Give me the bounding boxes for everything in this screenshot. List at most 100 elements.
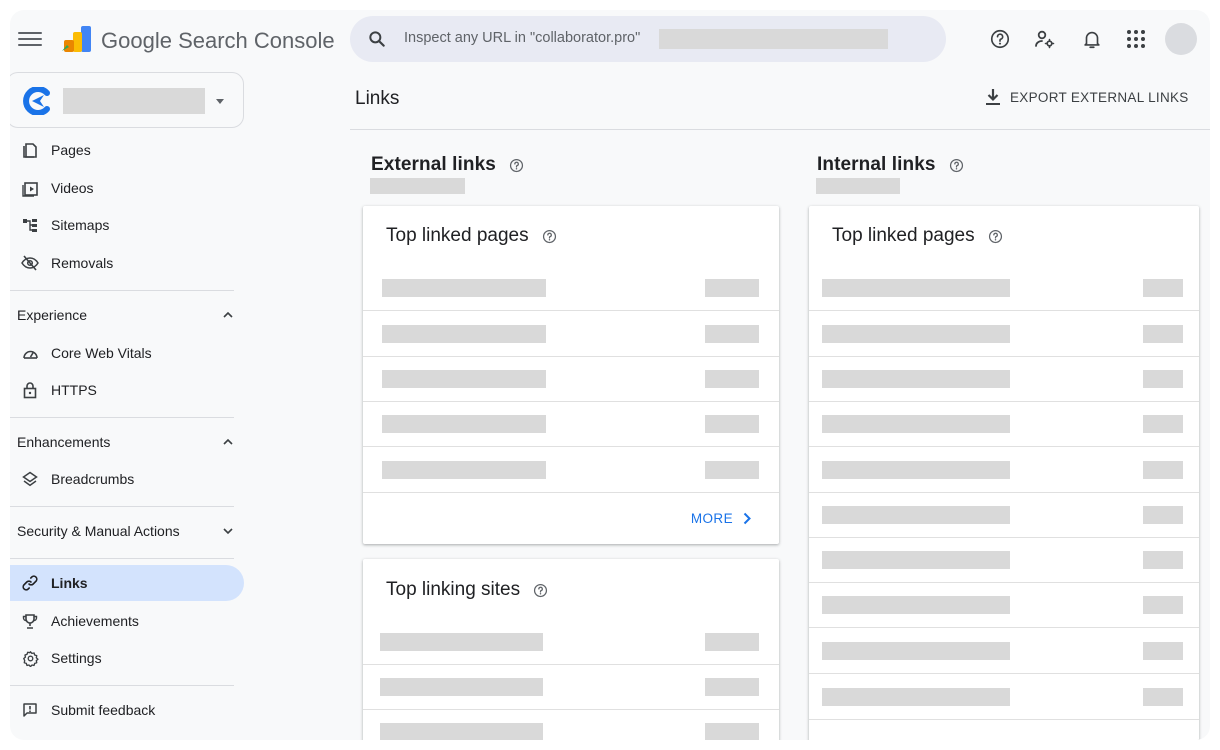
sidebar-item-label: Sitemaps [51, 217, 110, 233]
external-top-linked-pages-card: Top linked pages MORE [363, 206, 779, 544]
sidebar-item-sitemaps[interactable]: Sitemaps [10, 207, 244, 243]
chevron-down-icon[interactable] [216, 99, 224, 104]
account-avatar[interactable] [1165, 23, 1197, 55]
apps-icon[interactable] [1124, 27, 1148, 51]
redacted-cell [822, 506, 1010, 524]
sidebar-item-settings[interactable]: Settings [10, 640, 244, 676]
help-icon[interactable] [949, 158, 964, 173]
sidebar-divider [10, 558, 234, 559]
property-selector[interactable] [10, 72, 244, 128]
chevron-right-icon [743, 512, 751, 525]
section-enhancements[interactable]: Enhancements [10, 424, 234, 460]
sidebar-item-links[interactable]: Links [10, 565, 244, 601]
export-external-links-button[interactable]: EXPORT EXTERNAL LINKS [985, 88, 1189, 106]
sidebar-item-label: Breadcrumbs [51, 471, 135, 487]
page-title: Links [355, 88, 400, 109]
table-row[interactable] [809, 538, 1199, 583]
table-row[interactable] [809, 402, 1199, 447]
search-input[interactable] [404, 27, 664, 49]
sidebar-item-label: Submit feedback [51, 702, 156, 718]
sidebar-item-breadcrumbs[interactable]: Breadcrumbs [10, 461, 244, 497]
redacted-cell [705, 370, 759, 388]
table-row[interactable] [809, 357, 1199, 402]
redacted-cell [1143, 506, 1183, 524]
card-title: Top linking sites [386, 579, 548, 601]
table-row[interactable] [363, 357, 779, 402]
card-title: Top linked pages [386, 225, 557, 247]
help-icon[interactable] [988, 27, 1012, 51]
more-button[interactable]: MORE [691, 511, 751, 526]
redacted-cell [822, 370, 1010, 388]
sidebar-divider [10, 506, 234, 507]
sidebar-divider [10, 417, 234, 418]
table-row[interactable] [363, 312, 779, 357]
table-row[interactable] [363, 448, 779, 493]
help-icon[interactable] [509, 158, 524, 173]
external-links-heading: External links [371, 154, 524, 176]
table-row[interactable] [809, 448, 1199, 493]
help-icon[interactable] [542, 229, 557, 244]
submit-feedback-link[interactable]: Submit feedback [10, 692, 244, 728]
internal-top-linked-pages-card: Top linked pages [809, 206, 1199, 740]
download-icon [986, 89, 1000, 105]
section-experience[interactable]: Experience [10, 297, 234, 333]
sidebar-item-achievements[interactable]: Achievements [10, 603, 244, 639]
redacted-cell [1143, 688, 1183, 706]
videos-icon [10, 170, 50, 206]
sidebar-item-label: HTTPS [51, 382, 97, 398]
redacted-cell [382, 279, 546, 297]
card-title-text: Top linked pages [386, 225, 529, 246]
sidebar-item-videos[interactable]: Videos [10, 170, 244, 206]
sitemaps-icon [10, 207, 50, 243]
section-security-manual-actions[interactable]: Security & Manual Actions [10, 513, 234, 549]
menu-icon[interactable] [18, 28, 42, 48]
redacted-cell [1143, 370, 1183, 388]
table-row[interactable] [363, 665, 779, 710]
redacted-cell [705, 723, 759, 740]
settings-icon [10, 640, 50, 676]
sidebar-item-label: Achievements [51, 613, 139, 629]
help-icon[interactable] [988, 229, 1003, 244]
redacted-external-total [370, 178, 465, 194]
app-window: Google Search Console Pages Videos Sitem… [10, 10, 1210, 740]
redacted-cell [380, 633, 543, 651]
table-row[interactable] [363, 402, 779, 447]
table-row[interactable] [363, 710, 779, 740]
product-brand[interactable]: Google Search Console [101, 28, 335, 54]
sidebar-item-https[interactable]: HTTPS [10, 372, 244, 408]
redacted-cell [382, 325, 546, 343]
redacted-cell [1143, 551, 1183, 569]
brand-google: Google [101, 28, 172, 53]
removals-icon [10, 245, 50, 281]
table-row[interactable] [809, 312, 1199, 357]
notifications-icon[interactable] [1080, 27, 1104, 51]
table-row[interactable] [363, 620, 779, 665]
section-label: Experience [17, 307, 88, 323]
redacted-cell [1143, 596, 1183, 614]
table-row[interactable] [363, 266, 779, 311]
help-icon[interactable] [533, 583, 548, 598]
chevron-down-icon[interactable] [222, 527, 234, 535]
chevron-up-icon[interactable] [222, 438, 234, 446]
redacted-cell [705, 678, 759, 696]
internal-links-title: Internal links [817, 154, 936, 175]
redacted-cell [382, 370, 546, 388]
table-row[interactable] [809, 266, 1199, 311]
search-icon[interactable] [367, 29, 387, 49]
sidebar-item-pages[interactable]: Pages [10, 132, 244, 168]
chevron-up-icon[interactable] [222, 311, 234, 319]
redacted-cell [1143, 325, 1183, 343]
manage-users-icon[interactable] [1033, 27, 1057, 51]
sidebar-item-core-web-vitals[interactable]: Core Web Vitals [10, 335, 244, 371]
table-row[interactable] [809, 493, 1199, 538]
sidebar-item-label: Videos [51, 180, 94, 196]
url-inspection-search[interactable] [350, 16, 946, 62]
sidebar-item-removals[interactable]: Removals [10, 245, 244, 281]
table-row[interactable] [809, 583, 1199, 628]
sidebar-divider [10, 685, 234, 686]
redacted-cell [1143, 642, 1183, 660]
table-row[interactable] [809, 675, 1199, 720]
redacted-cell [705, 633, 759, 651]
table-row[interactable] [809, 629, 1199, 674]
header-divider [350, 129, 1210, 130]
